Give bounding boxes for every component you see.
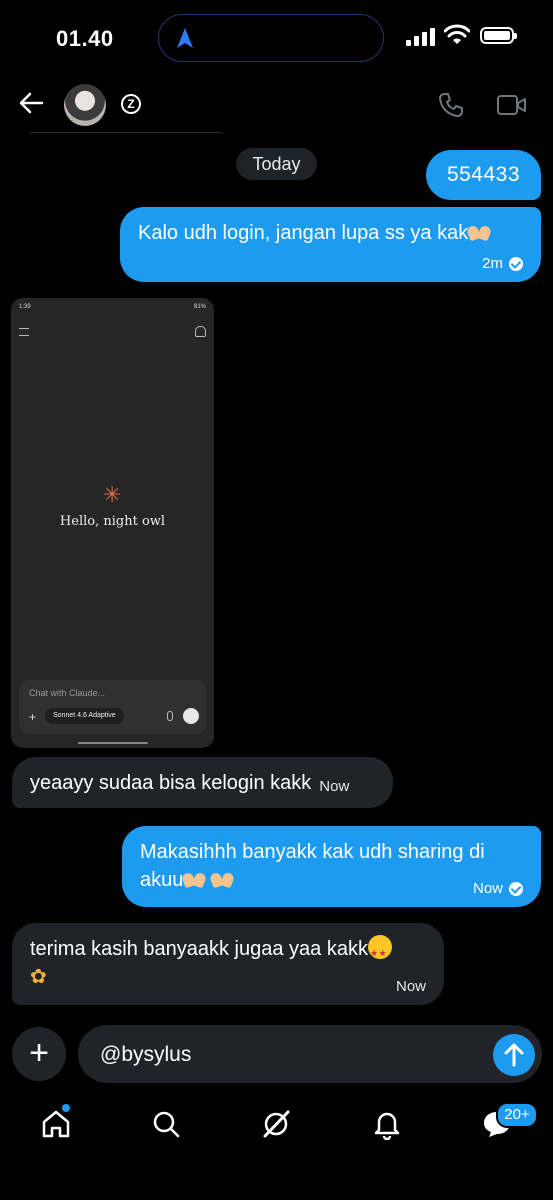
- message-bubble-outgoing[interactable]: 554433: [426, 150, 541, 200]
- navigation-arrow-icon: [177, 28, 193, 48]
- message-bubble-outgoing[interactable]: Makasihhh banyakk kak udh sharing di aku…: [122, 826, 541, 907]
- notifications-icon[interactable]: [371, 1108, 403, 1140]
- message-bubble-incoming[interactable]: yeaayy sudaa bisa kelogin kakk Now: [12, 757, 393, 808]
- image-mic-icon: [167, 711, 173, 721]
- battery-icon: [480, 27, 517, 44]
- add-attachment-button[interactable]: +: [12, 1027, 66, 1081]
- image-greeting: Hello, night owl: [59, 514, 166, 529]
- heart-hands-emoji-icon: [183, 873, 205, 887]
- message-bubble-outgoing[interactable]: Kalo udh login, jangan lupa ss ya kak 2m: [120, 207, 541, 282]
- image-status-battery: 81%: [193, 304, 206, 310]
- cellular-signal-icon: [406, 28, 435, 46]
- date-divider: Today: [236, 148, 317, 180]
- image-home-indicator: [78, 742, 148, 744]
- message-text: terima kasih banyaakk jugaa yaa kakk: [30, 938, 368, 960]
- message-composer: [78, 1025, 542, 1083]
- home-icon[interactable]: [40, 1108, 72, 1140]
- heart-hands-emoji-icon: [468, 226, 490, 240]
- message-time: Now: [395, 978, 426, 995]
- image-menu-icon: [19, 328, 29, 336]
- image-input-placeholder: Chat with Claude...: [29, 688, 106, 698]
- header-divider: [30, 132, 222, 133]
- message-text: 554433: [446, 163, 521, 186]
- messages-badge: 20+: [496, 1102, 538, 1128]
- message-time: Now: [472, 880, 503, 897]
- read-check-icon: [509, 256, 523, 271]
- image-model-selector: Sonnet 4.6 Adaptive: [45, 708, 124, 724]
- back-arrow-icon[interactable]: [18, 90, 44, 116]
- image-chat-input: Chat with Claude... + Sonnet 4.6 Adaptiv…: [19, 680, 206, 734]
- message-time: 2m: [482, 255, 503, 272]
- status-time: 01.40: [56, 26, 114, 51]
- home-notification-dot: [62, 1104, 70, 1112]
- image-voice-icon: [183, 708, 199, 724]
- dynamic-island: [158, 14, 384, 62]
- message-text-line: akuu: [140, 869, 184, 891]
- message-text-line: Makasihhh banyakk kak udh sharing di: [140, 841, 485, 863]
- claude-spark-icon: ✳: [103, 482, 122, 507]
- message-time: Now: [319, 778, 350, 795]
- search-icon[interactable]: [150, 1108, 182, 1140]
- message-input[interactable]: [98, 1039, 482, 1071]
- phone-icon[interactable]: [438, 92, 464, 118]
- verified-z-badge: Z: [121, 94, 141, 114]
- image-plus-icon: +: [29, 710, 37, 724]
- image-ghost-icon: [195, 326, 206, 337]
- shared-screenshot-image[interactable]: 1:39 81% ✳ Hello, night owl Chat with Cl…: [11, 298, 214, 748]
- avatar[interactable]: [64, 84, 106, 126]
- heart-hands-emoji-icon: [211, 873, 233, 887]
- image-status-time: 1:39: [19, 304, 31, 310]
- message-bubble-incoming[interactable]: terima kasih banyaakk jugaa yaa kakk ✿ N…: [12, 923, 444, 1005]
- grok-icon[interactable]: [260, 1108, 292, 1140]
- star-struck-emoji-icon: [367, 935, 392, 967]
- wifi-icon: [444, 24, 470, 44]
- read-check-icon: [509, 881, 523, 896]
- message-text: Kalo udh login, jangan lupa ss ya kak: [138, 222, 469, 244]
- arrow-up-icon: [504, 1043, 524, 1067]
- send-button[interactable]: [493, 1034, 535, 1076]
- bouquet-emoji-icon: ✿: [30, 966, 47, 988]
- message-text: yeaayy sudaa bisa kelogin kakk: [30, 771, 312, 794]
- video-icon[interactable]: [497, 94, 527, 116]
